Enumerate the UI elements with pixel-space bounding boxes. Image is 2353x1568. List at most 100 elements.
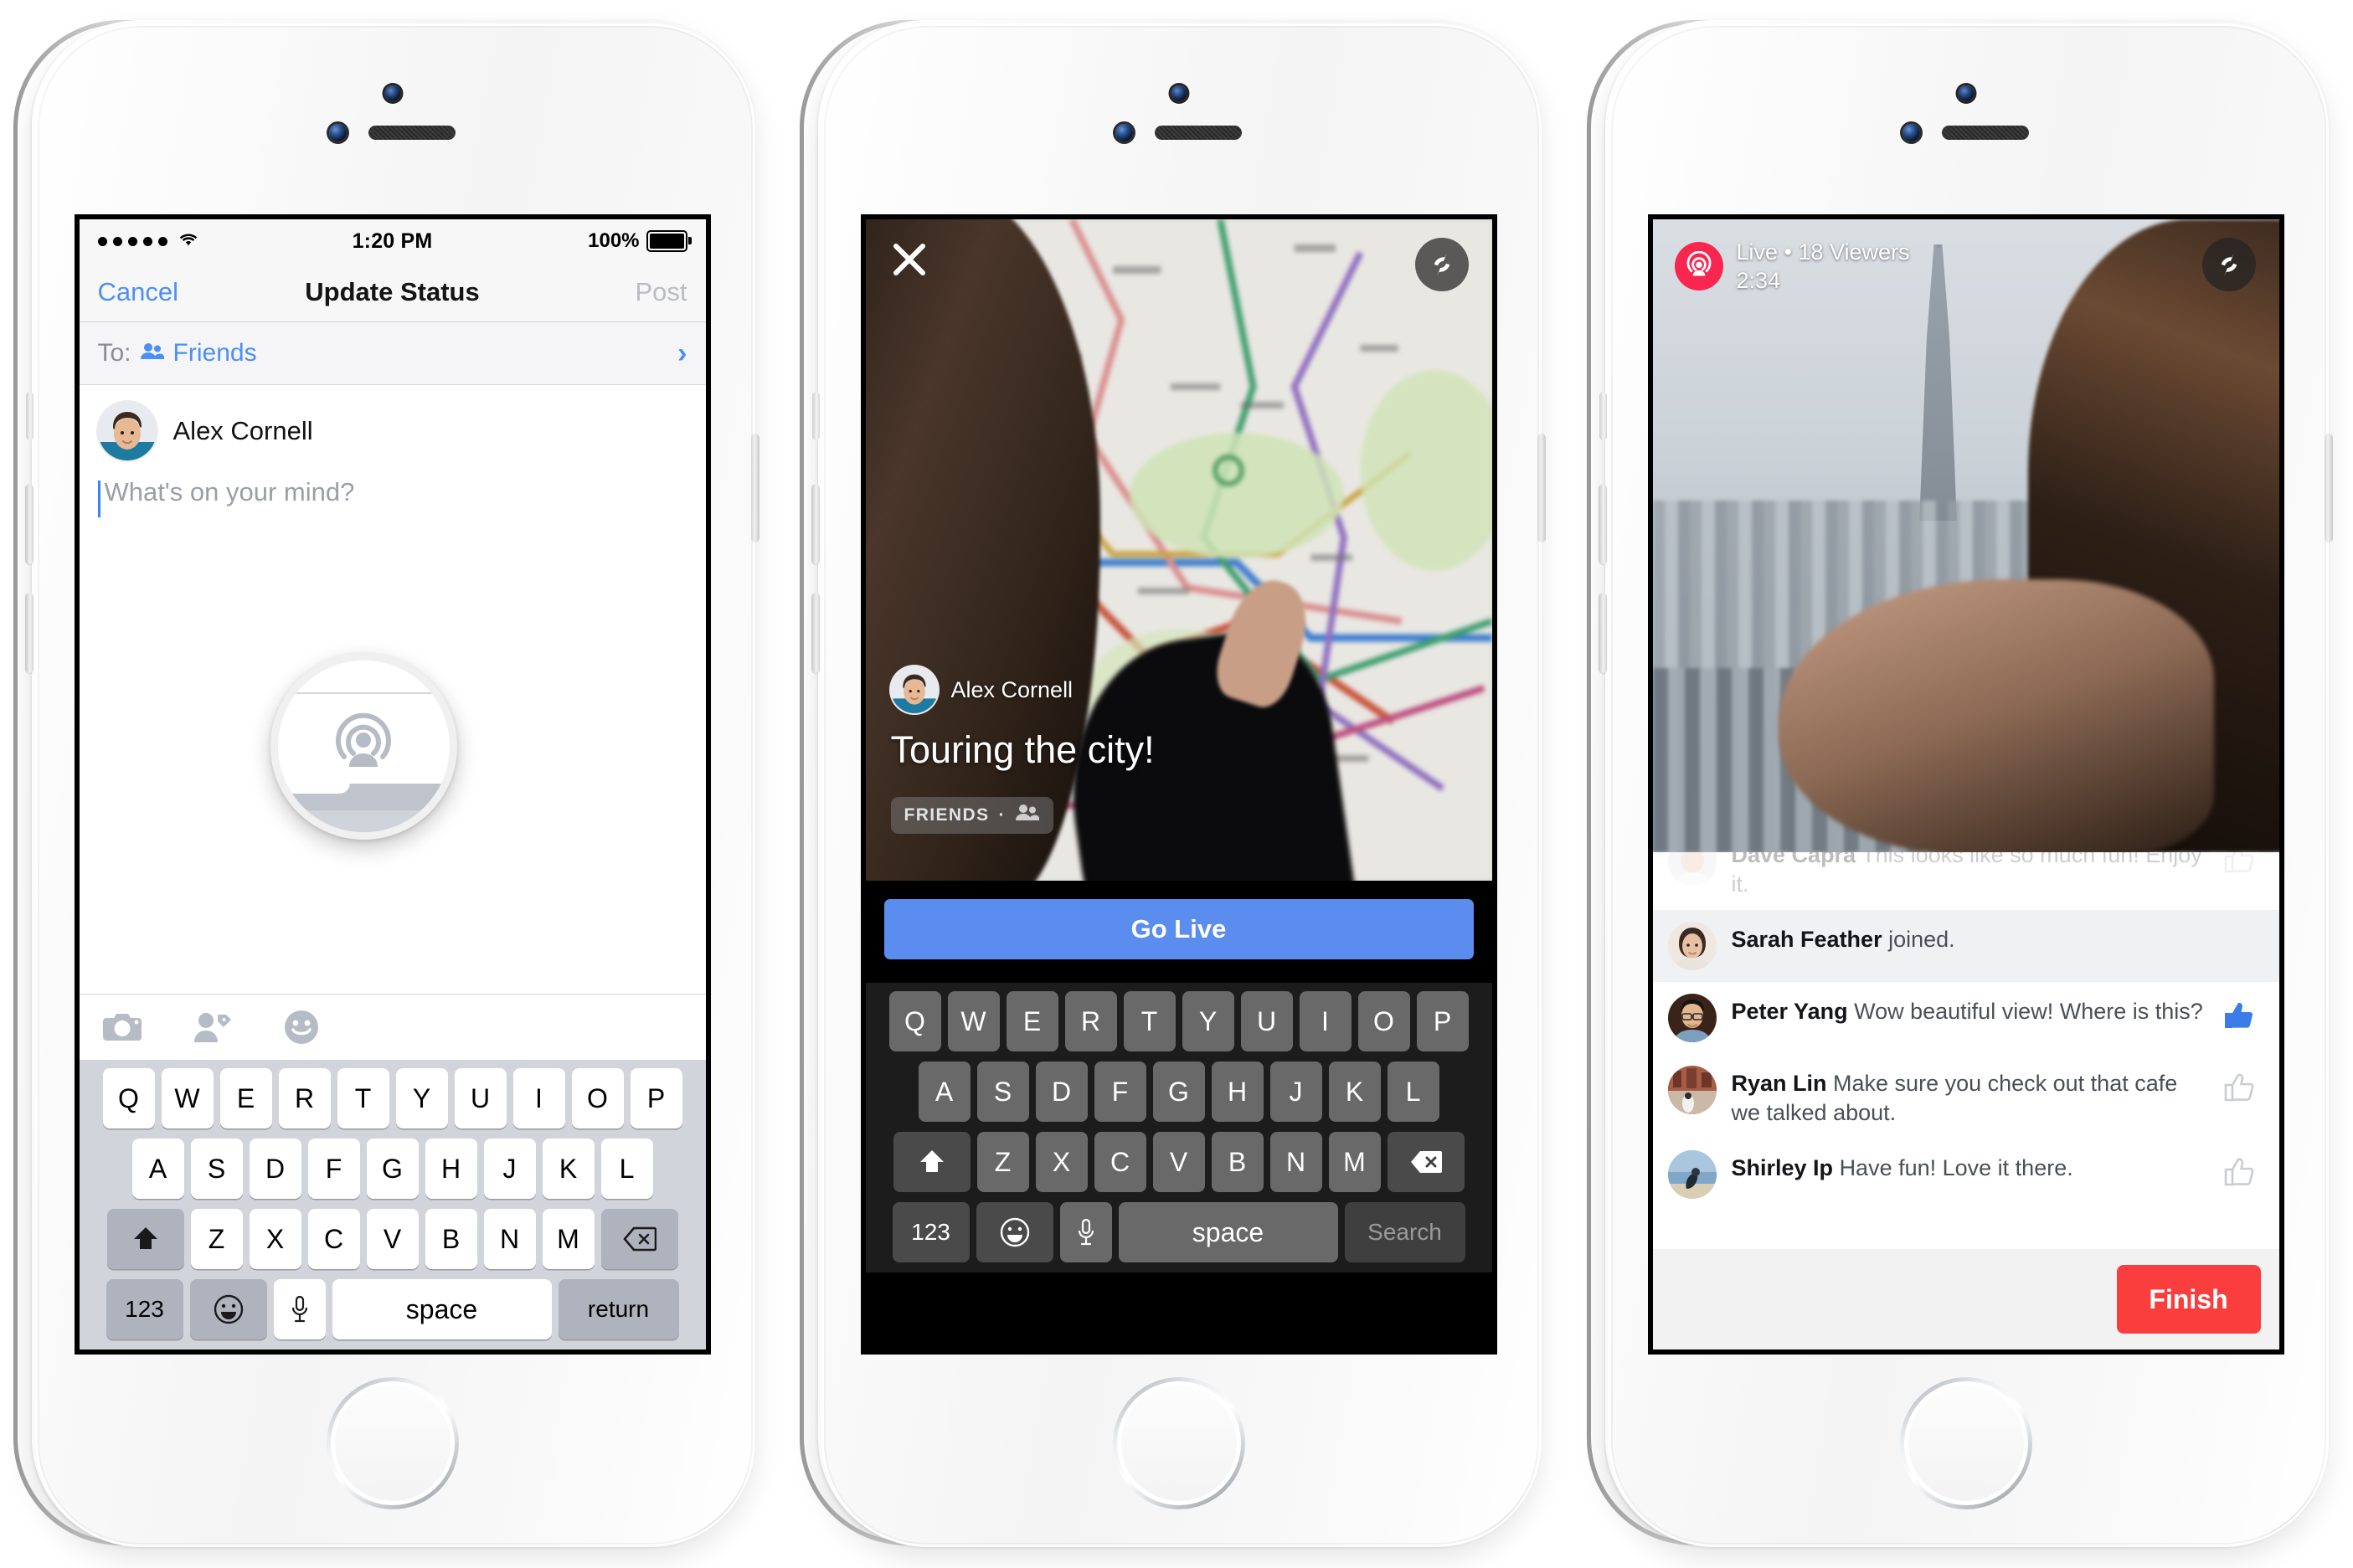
key[interactable]: I <box>1299 991 1352 1051</box>
key[interactable]: V <box>366 1209 419 1269</box>
mute-switch[interactable] <box>812 392 820 440</box>
key[interactable]: G <box>1152 1062 1205 1122</box>
microphone-icon[interactable] <box>273 1279 326 1339</box>
shift-icon[interactable] <box>893 1132 971 1192</box>
power-button[interactable] <box>751 434 759 542</box>
space-key[interactable]: space <box>332 1279 552 1339</box>
key[interactable]: A <box>131 1139 184 1199</box>
key[interactable]: H <box>1211 1062 1264 1122</box>
post-button[interactable]: Post <box>635 277 687 307</box>
like-icon[interactable] <box>2222 852 2261 880</box>
tag-person-icon[interactable] <box>193 1011 232 1043</box>
go-live-button[interactable]: Go Live <box>883 899 1474 959</box>
key[interactable]: Y <box>395 1068 448 1128</box>
like-icon[interactable] <box>2222 1066 2261 1108</box>
key[interactable]: V <box>1152 1132 1205 1192</box>
list-item[interactable]: Dave Capra This looks like so much fun! … <box>1653 852 2279 910</box>
live-broadcast-icon[interactable] <box>327 708 399 784</box>
key[interactable]: R <box>278 1068 331 1128</box>
finish-button[interactable]: Finish <box>2116 1265 2261 1334</box>
keyboard[interactable]: Q W E R T Y U I O P A S D F G H J K L Z … <box>865 983 1492 1272</box>
flip-camera-icon[interactable] <box>1414 238 1469 291</box>
keyboard[interactable]: Q W E R T Y U I O P A S D F G H J K L Z … <box>79 1060 706 1350</box>
key[interactable]: Q <box>888 991 941 1051</box>
key[interactable]: A <box>918 1062 971 1122</box>
emoji-icon[interactable] <box>976 1202 1053 1262</box>
volume-down-button[interactable] <box>1599 593 1607 673</box>
numbers-key[interactable]: 123 <box>106 1279 183 1339</box>
key[interactable]: U <box>1240 991 1293 1051</box>
key[interactable]: Y <box>1182 991 1234 1051</box>
key[interactable]: C <box>307 1209 360 1269</box>
key[interactable]: M <box>1328 1132 1381 1192</box>
list-item[interactable]: Sarah Feather joined. <box>1652 910 2279 983</box>
list-item[interactable]: Shirley Ip Have fun! Love it there. <box>1653 1139 2279 1211</box>
key[interactable]: F <box>1094 1062 1146 1122</box>
space-key[interactable]: space <box>1118 1202 1338 1262</box>
key[interactable]: N <box>483 1209 536 1269</box>
key[interactable]: O <box>571 1068 624 1128</box>
key[interactable]: B <box>425 1209 477 1269</box>
key[interactable]: B <box>1211 1132 1264 1192</box>
audience-selector-row[interactable]: To: Friends › <box>79 322 706 385</box>
key[interactable]: K <box>1328 1062 1381 1122</box>
numbers-key[interactable]: 123 <box>892 1202 970 1262</box>
key[interactable]: J <box>483 1139 536 1199</box>
mute-switch[interactable] <box>1599 392 1607 440</box>
return-key[interactable]: return <box>558 1279 679 1339</box>
privacy-badge[interactable]: FRIENDS · <box>890 797 1053 834</box>
list-item[interactable]: Ryan Lin Make sure you check out that ca… <box>1653 1054 2279 1139</box>
key[interactable]: O <box>1357 991 1410 1051</box>
home-button[interactable] <box>1116 1381 1241 1505</box>
key[interactable]: H <box>425 1139 477 1199</box>
key[interactable]: P <box>1416 991 1469 1051</box>
flip-camera-icon[interactable] <box>2201 238 2256 291</box>
volume-up-button[interactable] <box>1599 484 1607 564</box>
key[interactable]: W <box>947 991 1000 1051</box>
key[interactable]: I <box>512 1068 565 1128</box>
key[interactable]: Z <box>976 1132 1029 1192</box>
audience-value[interactable]: Friends <box>173 339 257 368</box>
home-button[interactable] <box>1903 1381 2028 1505</box>
mute-switch[interactable] <box>26 392 33 440</box>
key[interactable]: F <box>307 1139 360 1199</box>
key[interactable]: E <box>1006 991 1058 1051</box>
emoji-icon[interactable] <box>189 1279 267 1339</box>
smiley-icon[interactable] <box>284 1010 319 1045</box>
key[interactable]: L <box>600 1139 653 1199</box>
camera-icon[interactable] <box>102 1011 142 1043</box>
key[interactable]: W <box>161 1068 214 1128</box>
power-button[interactable] <box>2325 434 2333 542</box>
backspace-icon[interactable] <box>600 1209 678 1269</box>
key[interactable]: Z <box>190 1209 243 1269</box>
volume-up-button[interactable] <box>811 484 820 564</box>
volume-down-button[interactable] <box>811 593 820 673</box>
comments-list[interactable]: Dave Capra This looks like so much fun! … <box>1652 852 2279 1249</box>
key[interactable]: T <box>337 1068 389 1128</box>
key[interactable]: N <box>1269 1132 1322 1192</box>
close-icon[interactable] <box>891 241 928 278</box>
like-icon[interactable] <box>2222 1150 2261 1193</box>
key[interactable]: S <box>190 1139 243 1199</box>
key[interactable]: E <box>219 1068 272 1128</box>
key[interactable]: T <box>1123 991 1176 1051</box>
key[interactable]: S <box>976 1062 1029 1122</box>
key[interactable]: D <box>1035 1062 1088 1122</box>
key[interactable]: U <box>454 1068 507 1128</box>
backspace-icon[interactable] <box>1387 1132 1465 1192</box>
volume-up-button[interactable] <box>25 484 33 564</box>
key[interactable]: C <box>1094 1132 1146 1192</box>
microphone-icon[interactable] <box>1059 1202 1112 1262</box>
shift-icon[interactable] <box>106 1209 184 1269</box>
key[interactable]: L <box>1387 1062 1439 1122</box>
key[interactable]: X <box>249 1209 301 1269</box>
key[interactable]: P <box>630 1068 682 1128</box>
key[interactable]: G <box>366 1139 419 1199</box>
key[interactable]: R <box>1064 991 1117 1051</box>
power-button[interactable] <box>1537 434 1546 542</box>
key[interactable]: D <box>249 1139 301 1199</box>
broadcast-title[interactable]: Touring the city! <box>891 728 1155 772</box>
key[interactable]: M <box>542 1209 595 1269</box>
key[interactable]: K <box>542 1139 595 1199</box>
list-item[interactable]: Peter Yang Wow beautiful view! Where is … <box>1653 982 2279 1054</box>
